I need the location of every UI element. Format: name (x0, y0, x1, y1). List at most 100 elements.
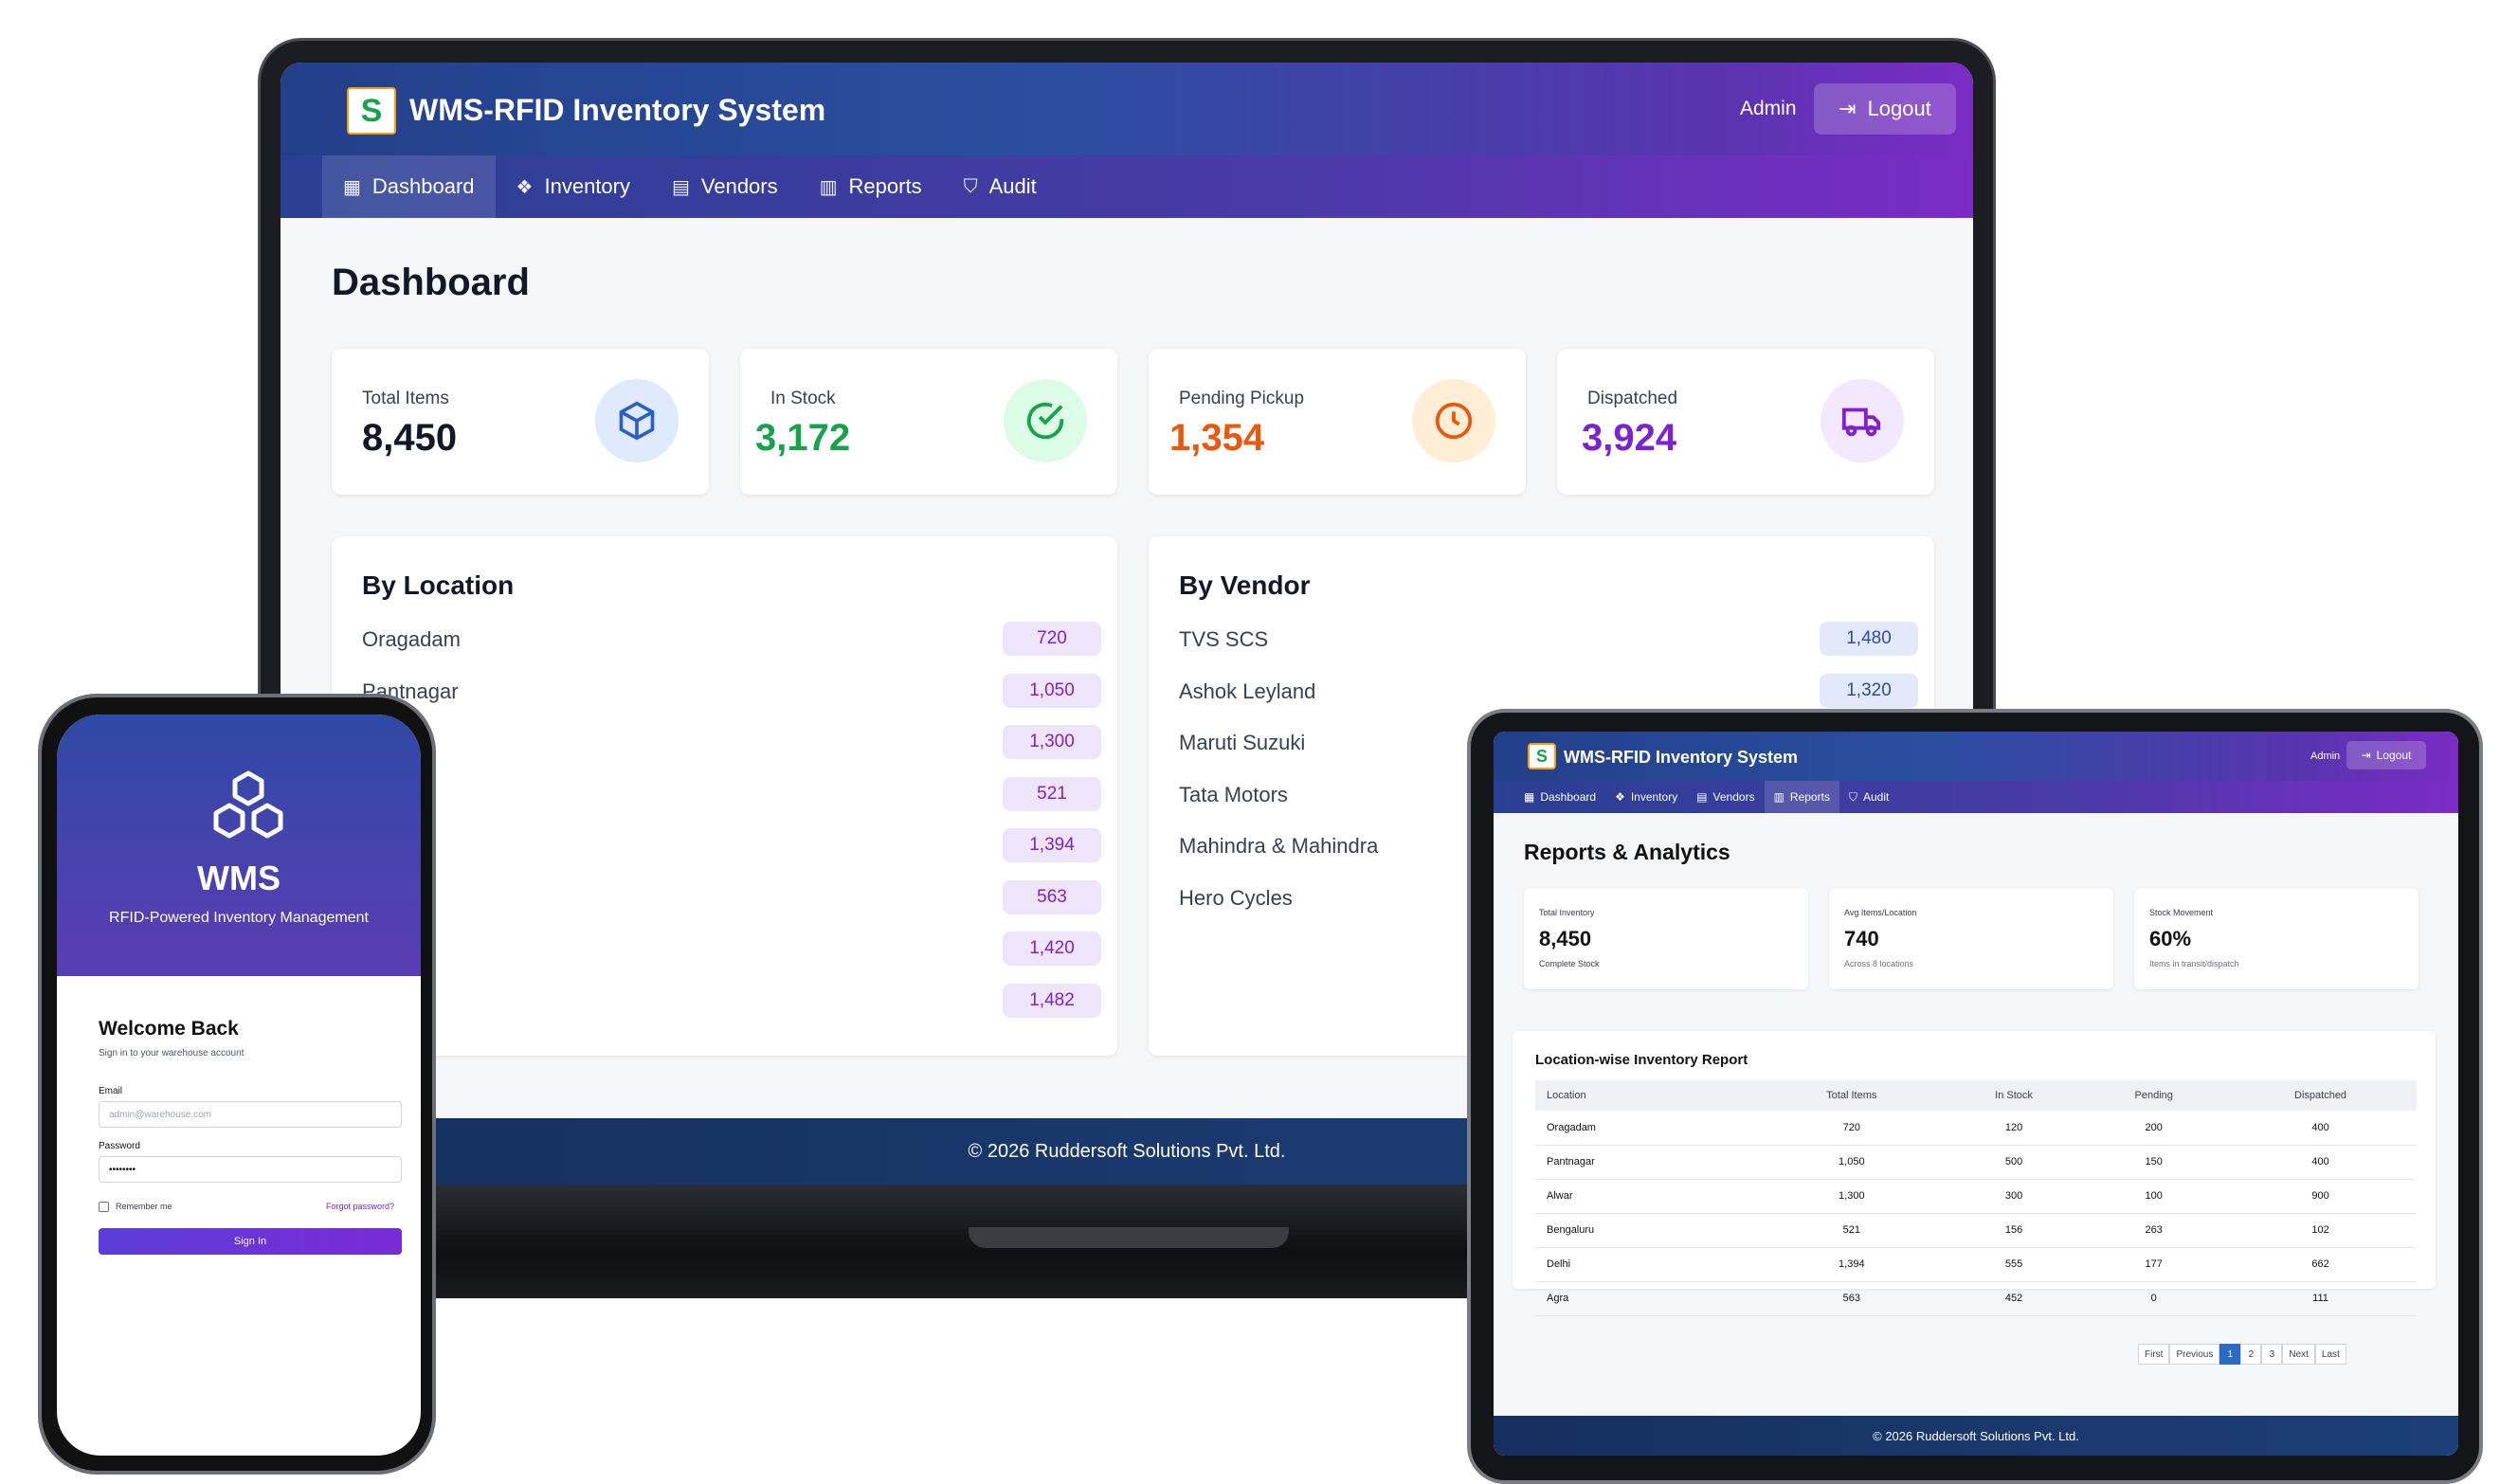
tab-label: Audit (1862, 790, 1890, 804)
email-field[interactable]: admin@warehouse.com (99, 1101, 402, 1128)
table-cell: 900 (2224, 1179, 2417, 1214)
table-row: Bengaluru 521 156 263 102 (1535, 1213, 2417, 1248)
boxes-icon: ❖ (516, 176, 534, 198)
building-icon: ▤ (671, 176, 690, 198)
page-title: Reports & Analytics (1524, 840, 1730, 864)
password-field[interactable]: •••••••• (99, 1156, 402, 1183)
vendor-name: Hero Cycles (1179, 885, 1293, 910)
stat-value: 3,924 (1582, 417, 1677, 459)
table-cell: Alwar (1535, 1179, 1759, 1214)
vendor-name: Mahindra & Mahindra (1179, 834, 1379, 858)
main-nav: ▦ Dashboard ❖ Inventory ▤ Vendors ▥ Reports … (1494, 781, 2458, 813)
column-header[interactable]: Dispatched (2224, 1080, 2417, 1111)
tab-reports[interactable]: ▥ Reports (799, 155, 943, 218)
stat-sub: Complete Stock (1539, 959, 1600, 968)
page-button[interactable]: 3 (2261, 1344, 2283, 1365)
vendor-name: TVS SCS (1179, 627, 1269, 651)
brand-name: WMS (197, 859, 281, 897)
table-cell: 177 (2083, 1247, 2225, 1282)
table-row: Delhi 1,394 555 177 662 (1535, 1247, 2417, 1282)
phone-screen: WMS RFID-Powered Inventory Management We… (57, 715, 421, 1456)
table-cell: 563 (1758, 1281, 1945, 1316)
tab-audit[interactable]: ⛉ Audit (1839, 781, 1898, 813)
table-cell: 120 (1944, 1111, 2084, 1146)
tab-vendors[interactable]: ▤ Vendors (651, 155, 799, 218)
main-nav: ▦ Dashboard ❖ Inventory ▤ Vendors ▥ Reports … (281, 155, 1973, 218)
page-button[interactable]: 1 (2219, 1344, 2241, 1365)
logout-button[interactable]: ⇥ Logout (2346, 741, 2426, 769)
page-button[interactable]: Last (2314, 1344, 2346, 1365)
logout-label: Logout (1867, 97, 1931, 120)
table-cell: 521 (1758, 1213, 1945, 1248)
forgot-password-link[interactable]: Forgot password? (326, 1202, 394, 1211)
page-title: Dashboard (332, 262, 530, 303)
tab-inventory[interactable]: ❖ Inventory (1605, 781, 1687, 813)
tab-vendors[interactable]: ▤ Vendors (1687, 781, 1764, 813)
tab-dashboard[interactable]: ▦ Dashboard (322, 155, 496, 218)
brand-tagline: RFID-Powered Inventory Management (109, 910, 369, 926)
sign-in-button[interactable]: Sign In (99, 1228, 402, 1255)
column-header[interactable]: Location (1535, 1080, 1759, 1111)
stat-value: 60% (2149, 927, 2192, 950)
table-cell: 400 (2224, 1145, 2417, 1180)
location-count-badge: 1,482 (1003, 983, 1101, 1018)
logout-button[interactable]: ⇥ Logout (1814, 83, 1956, 135)
tab-dashboard[interactable]: ▦ Dashboard (1514, 781, 1605, 813)
stat-label: Stock Movement (2149, 908, 2214, 917)
tab-reports[interactable]: ▥ Reports (1764, 781, 1839, 813)
tab-label: Inventory (1630, 790, 1678, 804)
stat-card-pending: Pending Pickup 1,354 (1149, 349, 1526, 495)
tab-label: Dashboard (1540, 790, 1597, 804)
table-cell: Delhi (1535, 1247, 1759, 1282)
grid-icon: ▦ (343, 176, 361, 198)
page-button[interactable]: Previous (2169, 1344, 2220, 1365)
by-location-card: By Location Oragadam 720 Pantnagar 1,050 … (332, 536, 1117, 1056)
stat-card-total: Total Items 8,450 (332, 349, 709, 495)
location-report-card: Location-wise Inventory Report Location T… (1513, 1031, 2436, 1316)
location-count-badge: 720 (1003, 622, 1101, 656)
table-cell: Oragadam (1535, 1111, 1759, 1146)
tab-audit[interactable]: ⛉ Audit (943, 155, 1058, 218)
table-cell: 200 (2083, 1111, 2225, 1146)
clock-icon (1412, 379, 1495, 462)
table-cell: Pantnagar (1535, 1145, 1759, 1180)
column-header[interactable]: Pending (2083, 1080, 2225, 1111)
table-row: Oragadam 720 120 200 400 (1535, 1111, 2417, 1146)
tab-label: Vendors (1712, 790, 1755, 804)
vendor-count-badge: 1,320 (1820, 673, 1918, 708)
welcome-title: Welcome Back (99, 1018, 239, 1040)
table-cell: 102 (2224, 1213, 2417, 1248)
table-cell: 263 (2083, 1213, 2225, 1248)
report-stat-card: Total Inventory 8,450 Complete Stock (1524, 889, 1808, 989)
shield-icon: ⛉ (1848, 789, 1857, 804)
column-header[interactable]: In Stock (1944, 1080, 2084, 1111)
stat-value: 8,450 (362, 417, 458, 459)
stat-value: 8,450 (1539, 927, 1592, 950)
section-title: By Vendor (1179, 570, 1311, 600)
tab-label: Inventory (544, 174, 630, 198)
logout-icon: ⇥ (2361, 749, 2371, 762)
stat-card-dispatched: Dispatched 3,924 (1557, 349, 1934, 495)
table-cell: 156 (1944, 1213, 2084, 1248)
location-count-badge: 563 (1003, 879, 1101, 914)
tab-label: Dashboard (371, 174, 475, 198)
laptop-notch (969, 1227, 1289, 1248)
shield-icon: ⛉ (963, 175, 978, 197)
report-title: Location-wise Inventory Report (1535, 1052, 1748, 1068)
tab-inventory[interactable]: ❖ Inventory (496, 155, 651, 218)
section-title: By Location (362, 570, 515, 600)
location-count-badge: 1,394 (1003, 828, 1101, 862)
table-cell: 555 (1944, 1247, 2084, 1282)
vendor-name: Tata Motors (1179, 782, 1288, 806)
column-header[interactable]: Total Items (1758, 1080, 1945, 1111)
remember-checkbox[interactable] (99, 1202, 109, 1212)
vendor-name: Maruti Suzuki (1179, 731, 1306, 754)
table-cell: 1,050 (1758, 1145, 1945, 1180)
page-button[interactable]: Next (2282, 1344, 2315, 1365)
page-button[interactable]: First (2138, 1344, 2170, 1365)
page-button[interactable]: 2 (2240, 1344, 2262, 1365)
location-name: Oragadam (362, 627, 461, 651)
table-row: Alwar 1,300 300 100 900 (1535, 1179, 2417, 1214)
tablet-screen: S WMS-RFID Inventory System Admin ⇥ Logou… (1494, 732, 2458, 1456)
tab-label: Reports (848, 174, 922, 198)
